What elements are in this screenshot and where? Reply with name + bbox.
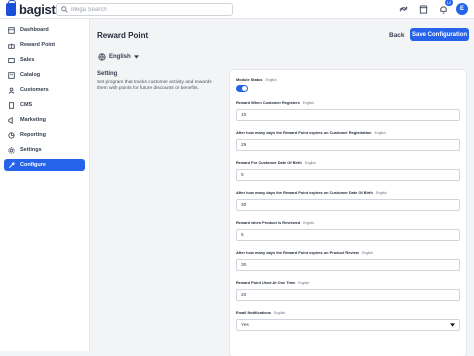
sidebar-item-catalog[interactable]: Catalog: [4, 69, 85, 81]
catalog-icon: [7, 71, 15, 79]
caret-down-icon: [133, 55, 139, 59]
locale-tag: English: [374, 130, 386, 135]
locale-tag: English: [303, 220, 315, 225]
search-input[interactable]: [71, 6, 221, 13]
form-field: After how many days the Reward Point exp…: [236, 250, 460, 271]
logo[interactable]: bagisto: [6, 0, 63, 17]
sidebar-item-cms[interactable]: CMS: [4, 99, 85, 111]
customers-icon: [7, 86, 15, 94]
sidebar: Dashboard Reward Point Sales Catalog Cus…: [0, 19, 90, 351]
section-description: Set program that tracks customer activit…: [97, 80, 212, 91]
notification-badge: 12: [444, 0, 453, 6]
theme-toggle-icon[interactable]: [396, 2, 410, 16]
search-box[interactable]: [56, 3, 233, 16]
registration-expiry-input[interactable]: 29: [236, 139, 460, 151]
locale-tag: English: [361, 250, 373, 255]
locale-switcher[interactable]: English: [98, 53, 139, 61]
globe-icon: [98, 53, 106, 61]
sidebar-item-label: Marketing: [20, 117, 46, 123]
locale-tag: English: [375, 190, 387, 195]
points-per-use-input[interactable]: 20: [236, 289, 460, 301]
select-value: Yes: [241, 322, 249, 328]
locale-tag: English: [274, 310, 286, 315]
notification-bell-icon[interactable]: 12: [436, 0, 453, 16]
sidebar-item-label: Configure: [20, 162, 46, 168]
birthday-reward-input[interactable]: 5: [236, 169, 460, 181]
field-label: After how many days the Reward Point exp…: [236, 130, 372, 135]
caret-down-icon: [450, 323, 455, 327]
top-bar: bagisto 12 E: [0, 0, 474, 19]
sidebar-item-label: Reporting: [20, 132, 46, 138]
search-icon: [61, 6, 68, 13]
sidebar-item-marketing[interactable]: Marketing: [4, 114, 85, 126]
locale-tag: English: [302, 100, 314, 105]
sidebar-item-reporting[interactable]: Reporting: [4, 129, 85, 141]
reporting-icon: [7, 131, 15, 139]
sidebar-item-label: Reward Point: [20, 42, 56, 48]
back-button[interactable]: Back: [385, 29, 409, 42]
field-label: Module Status: [236, 77, 263, 82]
field-label: Reward For Customer Date Of Birth: [236, 160, 302, 165]
field-label: After how many days the Reward Point exp…: [236, 250, 359, 255]
module-status-field: Module Status English: [236, 77, 460, 92]
module-status-toggle[interactable]: [236, 85, 248, 92]
main-content: Reward Point Back Save Configuration Eng…: [90, 19, 474, 356]
sidebar-item-configure[interactable]: Configure: [4, 159, 85, 171]
form-field: After how many days the Reward Point exp…: [236, 190, 460, 211]
sidebar-item-label: Dashboard: [20, 27, 49, 33]
settings-icon: [7, 146, 15, 154]
registration-reward-input[interactable]: 10: [236, 109, 460, 121]
locale-label: English: [109, 54, 131, 60]
field-label: After how many days the Reward Point exp…: [236, 190, 373, 195]
section-title: Setting: [97, 71, 118, 77]
sidebar-item-dashboard[interactable]: Dashboard: [4, 24, 85, 36]
form-field: After how many days the Reward Point exp…: [236, 130, 460, 151]
locale-tag: English: [265, 77, 277, 82]
dashboard-icon: [7, 26, 15, 34]
form-field: Reward Point Used At One Time English 20: [236, 280, 460, 301]
field-label: Reward Point Used At One Time: [236, 280, 296, 285]
review-expiry-input[interactable]: 30: [236, 259, 460, 271]
sidebar-item-label: Customers: [20, 87, 49, 93]
form-field: Reward when Product is Reviewed English 5: [236, 220, 460, 241]
shopping-bag-icon: [6, 0, 16, 16]
sidebar-item-label: Catalog: [20, 72, 41, 78]
configure-icon: [7, 161, 15, 169]
gift-icon: [7, 41, 15, 49]
sales-icon: [7, 56, 15, 64]
form-field: Reward For Customer Date Of Birth English…: [236, 160, 460, 181]
review-reward-input[interactable]: 5: [236, 229, 460, 241]
configuration-form: Module Status English Reward When Custome…: [230, 70, 466, 356]
locale-tag: English: [298, 280, 310, 285]
sidebar-item-label: Settings: [20, 147, 42, 153]
sidebar-item-reward-point[interactable]: Reward Point: [4, 39, 85, 51]
avatar[interactable]: E: [456, 3, 468, 15]
sidebar-item-settings[interactable]: Settings: [4, 144, 85, 156]
form-field: Email Notifications English Yes: [236, 310, 460, 331]
sidebar-item-sales[interactable]: Sales: [4, 54, 85, 66]
field-label: Reward When Customer Registers: [236, 100, 300, 105]
page-title: Reward Point: [97, 31, 149, 40]
locale-tag: English: [304, 160, 316, 165]
storefront-icon[interactable]: [416, 2, 430, 16]
field-label: Reward when Product is Reviewed: [236, 220, 301, 225]
sidebar-item-customers[interactable]: Customers: [4, 84, 85, 96]
sidebar-item-label: CMS: [20, 102, 33, 108]
marketing-icon: [7, 116, 15, 124]
form-field: Reward When Customer Registers English 10: [236, 100, 460, 121]
sidebar-item-label: Sales: [20, 57, 35, 63]
save-configuration-button[interactable]: Save Configuration: [410, 28, 469, 41]
field-label: Email Notifications: [236, 310, 272, 315]
email-notifications-select[interactable]: Yes: [236, 319, 460, 331]
cms-icon: [7, 101, 15, 109]
birthday-expiry-input[interactable]: 30: [236, 199, 460, 211]
